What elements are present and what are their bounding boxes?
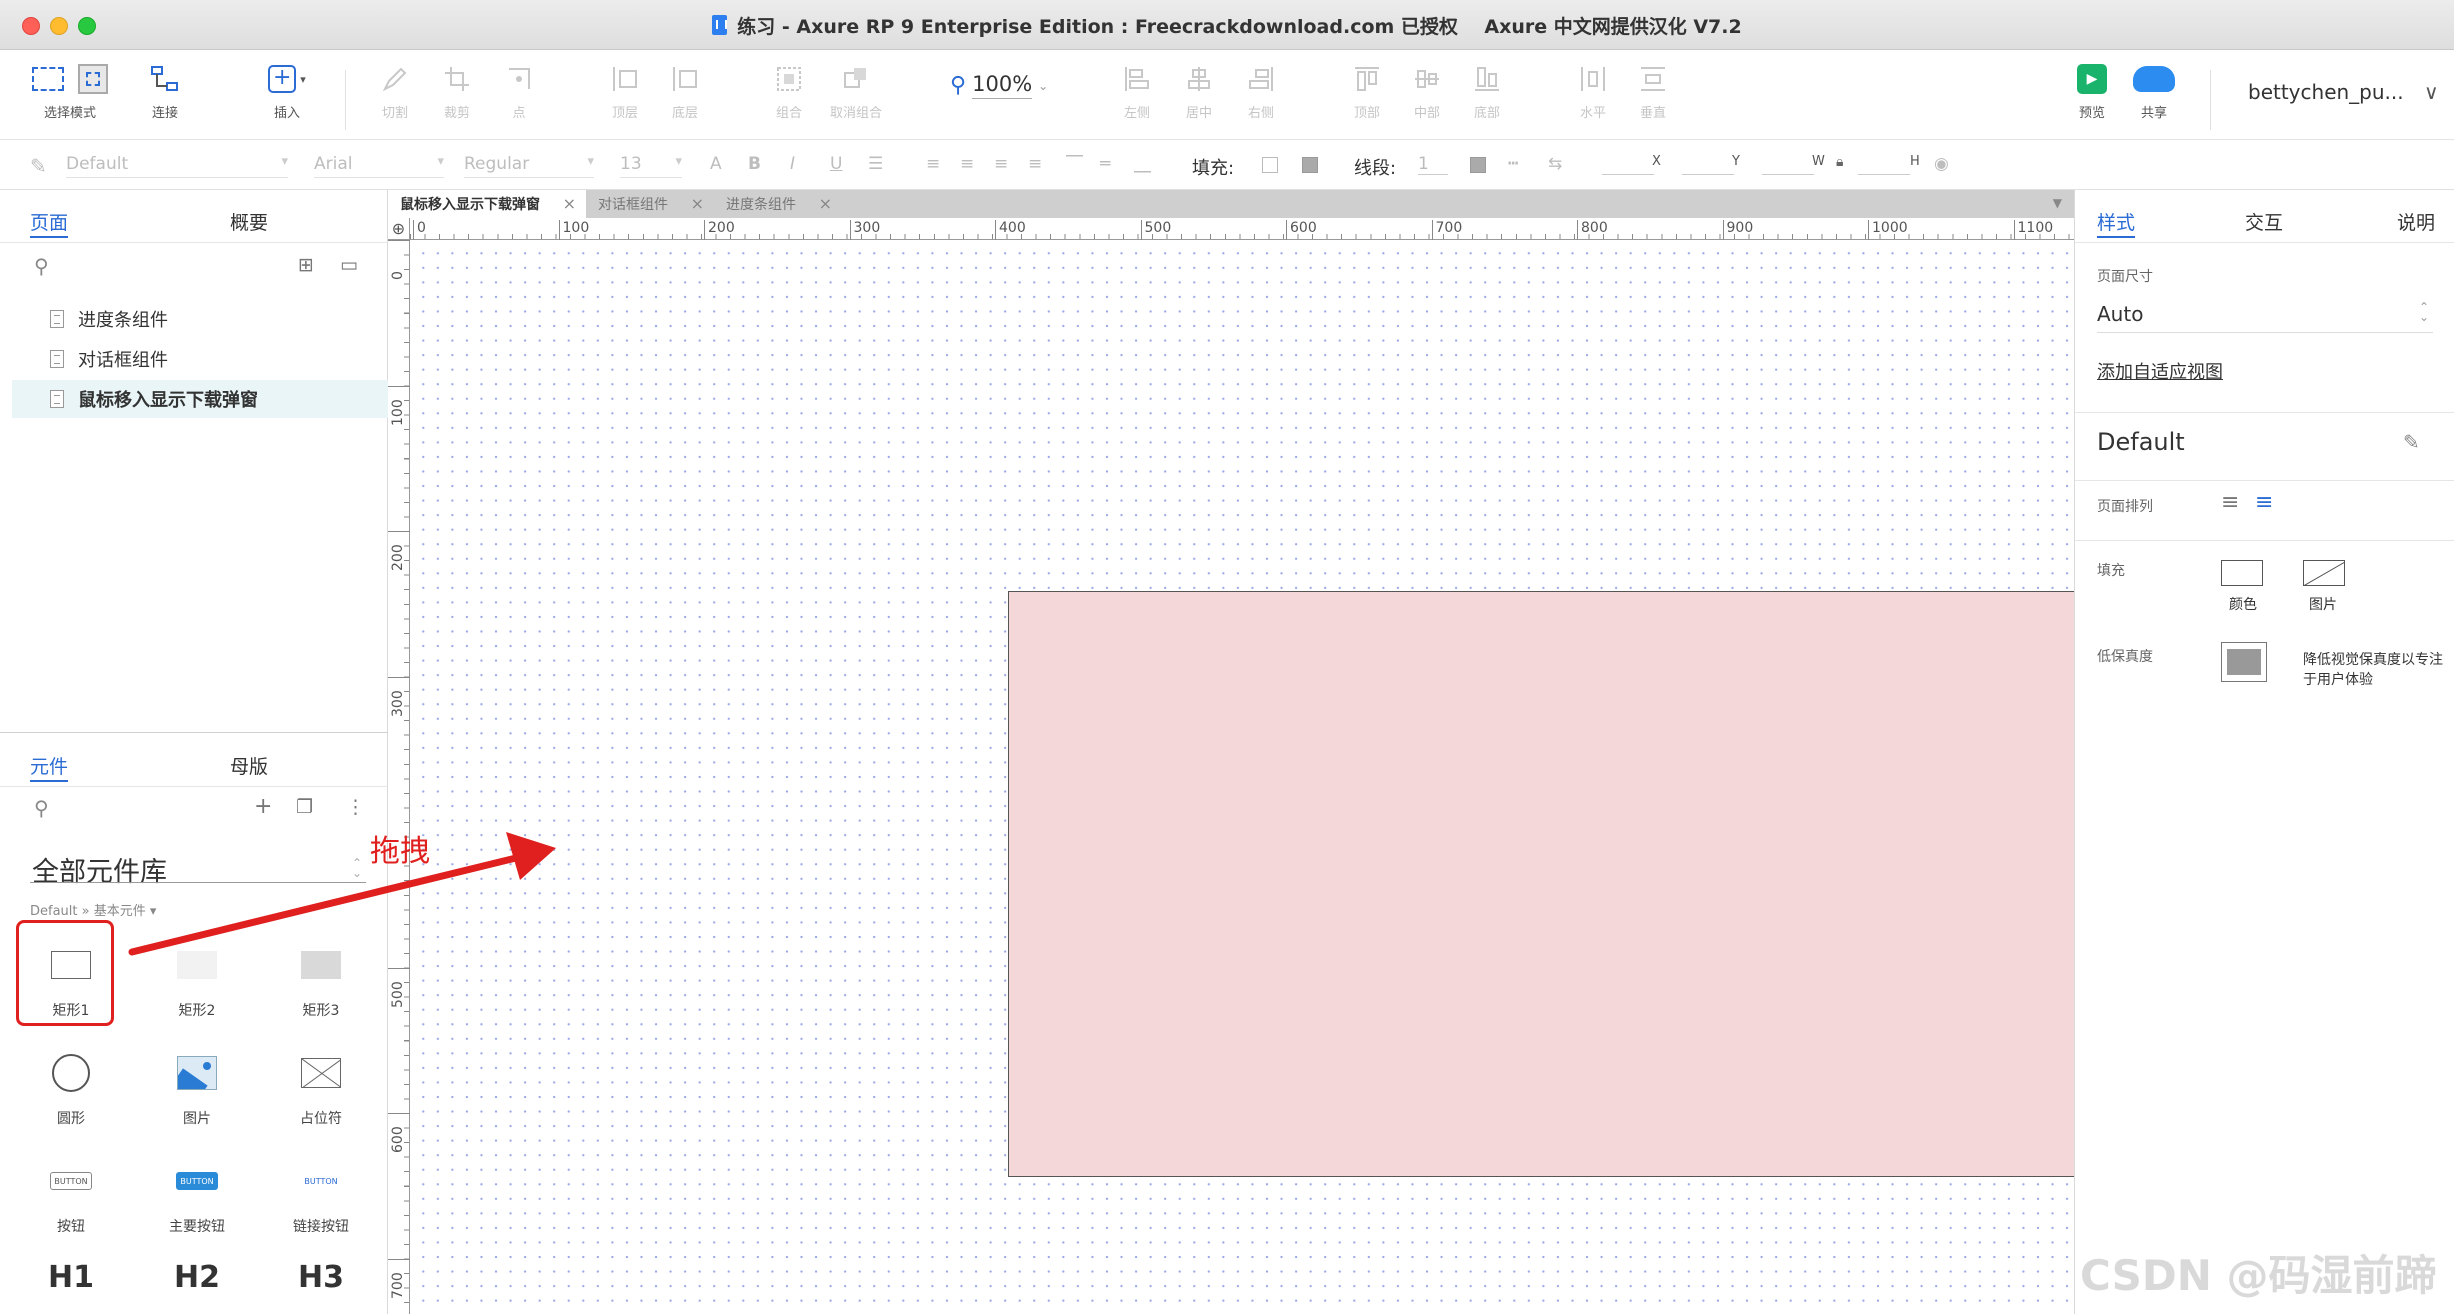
watermark: CSDN @码湿前蹄 (2080, 1251, 2437, 1300)
drag-arrow (128, 832, 556, 956)
drag-annotation-label: 拖拽 (370, 834, 430, 869)
axure-window: 练习 - Axure RP 9 Enterprise Edition : Fre… (0, 0, 2454, 1314)
